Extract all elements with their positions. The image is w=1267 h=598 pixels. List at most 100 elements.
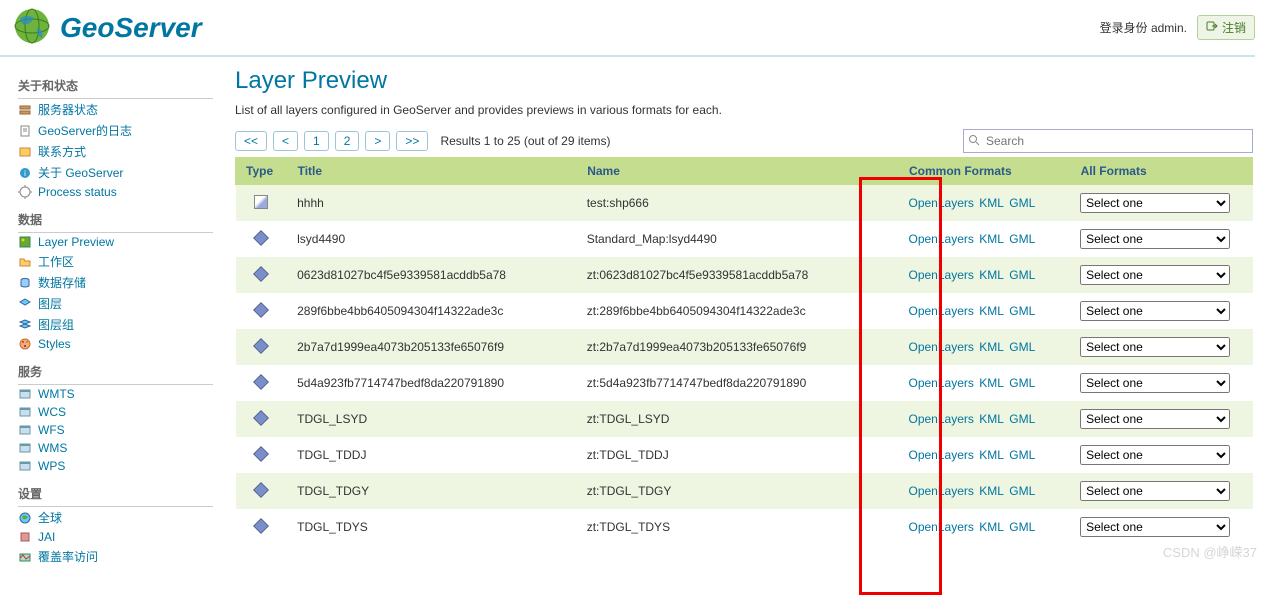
allformats-cell: Select one	[1070, 365, 1252, 401]
sidebar-item[interactable]: 图层	[18, 293, 225, 314]
sidebar-link[interactable]: 图层组	[38, 316, 74, 333]
col-name[interactable]: Name	[577, 158, 899, 185]
sidebar-item[interactable]: 全球	[18, 507, 225, 528]
sidebar-item[interactable]: 工作区	[18, 251, 225, 272]
format-select[interactable]: Select one	[1080, 229, 1230, 249]
sidebar-item[interactable]: 图层组	[18, 314, 225, 335]
format-link-kml[interactable]: KML	[979, 484, 1004, 498]
format-link-gml[interactable]: GML	[1009, 484, 1035, 498]
format-link-gml[interactable]: GML	[1009, 376, 1035, 390]
sidebar-link[interactable]: 数据存储	[38, 274, 86, 291]
sidebar-item[interactable]: 覆盖率访问	[18, 546, 225, 567]
pager-page-2[interactable]: 2	[335, 131, 360, 151]
format-link-ol[interactable]: OpenLayers	[909, 376, 974, 390]
type-cell	[236, 437, 288, 473]
sidebar-item[interactable]: JAI	[18, 528, 225, 546]
search-box[interactable]	[963, 129, 1253, 153]
format-select[interactable]: Select one	[1080, 265, 1230, 285]
sidebar-link[interactable]: Styles	[38, 337, 71, 351]
col-type[interactable]: Type	[236, 158, 288, 185]
format-link-kml[interactable]: KML	[979, 412, 1004, 426]
pager-first[interactable]: <<	[235, 131, 267, 151]
sidebar-item[interactable]: 联系方式	[18, 141, 225, 162]
format-link-ol[interactable]: OpenLayers	[909, 448, 974, 462]
pager-last[interactable]: >>	[396, 131, 428, 151]
format-link-kml[interactable]: KML	[979, 340, 1004, 354]
sidebar-item[interactable]: 数据存储	[18, 272, 225, 293]
sidebar-link[interactable]: 服务器状态	[38, 101, 98, 118]
sidebar-item[interactable]: WFS	[18, 421, 225, 439]
sidebar-link[interactable]: WMS	[38, 441, 67, 455]
sidebar-item[interactable]: 服务器状态	[18, 99, 225, 120]
sidebar-link[interactable]: 图层	[38, 295, 62, 312]
format-link-ol[interactable]: OpenLayers	[909, 484, 974, 498]
sidebar-item[interactable]: Styles	[18, 335, 225, 353]
format-link-kml[interactable]: KML	[979, 448, 1004, 462]
title-cell: TDGL_LSYD	[287, 401, 577, 437]
sidebar-item[interactable]: Process status	[18, 183, 225, 201]
format-link-gml[interactable]: GML	[1009, 304, 1035, 318]
sidebar-link[interactable]: JAI	[38, 530, 55, 544]
format-link-gml[interactable]: GML	[1009, 448, 1035, 462]
table-row: 289f6bbe4bb6405094304f14322ade3czt:289f6…	[236, 293, 1253, 329]
format-link-gml[interactable]: GML	[1009, 232, 1035, 246]
sidebar-link[interactable]: 覆盖率访问	[38, 548, 98, 565]
format-link-ol[interactable]: OpenLayers	[909, 340, 974, 354]
format-link-kml[interactable]: KML	[979, 268, 1004, 282]
format-select[interactable]: Select one	[1080, 481, 1230, 501]
format-select[interactable]: Select one	[1080, 517, 1230, 537]
format-link-ol[interactable]: OpenLayers	[909, 268, 974, 282]
logo[interactable]: GeoServer	[12, 6, 202, 49]
format-link-kml[interactable]: KML	[979, 376, 1004, 390]
format-select[interactable]: Select one	[1080, 301, 1230, 321]
col-title[interactable]: Title	[287, 158, 577, 185]
sidebar-link[interactable]: Layer Preview	[38, 235, 114, 249]
format-link-gml[interactable]: GML	[1009, 268, 1035, 282]
format-select[interactable]: Select one	[1080, 193, 1230, 213]
sidebar-link[interactable]: WPS	[38, 459, 65, 473]
sidebar-link[interactable]: 关于 GeoServer	[38, 164, 123, 181]
sidebar-link[interactable]: WFS	[38, 423, 65, 437]
sidebar-item[interactable]: WPS	[18, 457, 225, 475]
sidebar-link[interactable]: 工作区	[38, 253, 74, 270]
format-link-kml[interactable]: KML	[979, 304, 1004, 318]
format-select[interactable]: Select one	[1080, 373, 1230, 393]
format-link-ol[interactable]: OpenLayers	[909, 304, 974, 318]
format-link-ol[interactable]: OpenLayers	[909, 520, 974, 534]
sidebar-item[interactable]: WCS	[18, 403, 225, 421]
format-link-ol[interactable]: OpenLayers	[909, 232, 974, 246]
col-common[interactable]: Common Formats	[899, 158, 1071, 185]
sidebar-link[interactable]: WCS	[38, 405, 66, 419]
sidebar-item[interactable]: Layer Preview	[18, 233, 225, 251]
format-link-ol[interactable]: OpenLayers	[909, 196, 974, 210]
sidebar-link[interactable]: 全球	[38, 509, 62, 526]
logout-button[interactable]: 注销	[1197, 15, 1255, 40]
pager-page-1[interactable]: 1	[304, 131, 329, 151]
format-link-kml[interactable]: KML	[979, 520, 1004, 534]
format-select[interactable]: Select one	[1080, 337, 1230, 357]
pager-next[interactable]: >	[365, 131, 390, 151]
layergroup-icon	[18, 318, 32, 332]
format-link-gml[interactable]: GML	[1009, 412, 1035, 426]
format-link-kml[interactable]: KML	[979, 232, 1004, 246]
sidebar-link[interactable]: GeoServer的日志	[38, 122, 132, 139]
sidebar-link[interactable]: WMTS	[38, 387, 75, 401]
format-select[interactable]: Select one	[1080, 409, 1230, 429]
sidebar-link[interactable]: 联系方式	[38, 143, 86, 160]
format-link-gml[interactable]: GML	[1009, 520, 1035, 534]
format-select[interactable]: Select one	[1080, 445, 1230, 465]
sidebar-link[interactable]: Process status	[38, 185, 117, 199]
format-link-gml[interactable]: GML	[1009, 196, 1035, 210]
format-link-ol[interactable]: OpenLayers	[909, 412, 974, 426]
sidebar-item[interactable]: GeoServer的日志	[18, 120, 225, 141]
formats-cell: OpenLayers KML GML	[899, 365, 1071, 401]
sidebar-item[interactable]: WMS	[18, 439, 225, 457]
format-link-kml[interactable]: KML	[979, 196, 1004, 210]
col-all[interactable]: All Formats	[1070, 158, 1252, 185]
sidebar-item[interactable]: WMTS	[18, 385, 225, 403]
format-link-gml[interactable]: GML	[1009, 340, 1035, 354]
sidebar-item[interactable]: i关于 GeoServer	[18, 162, 225, 183]
formats-cell: OpenLayers KML GML	[899, 257, 1071, 293]
pager-prev[interactable]: <	[273, 131, 298, 151]
search-input[interactable]	[984, 132, 1248, 150]
